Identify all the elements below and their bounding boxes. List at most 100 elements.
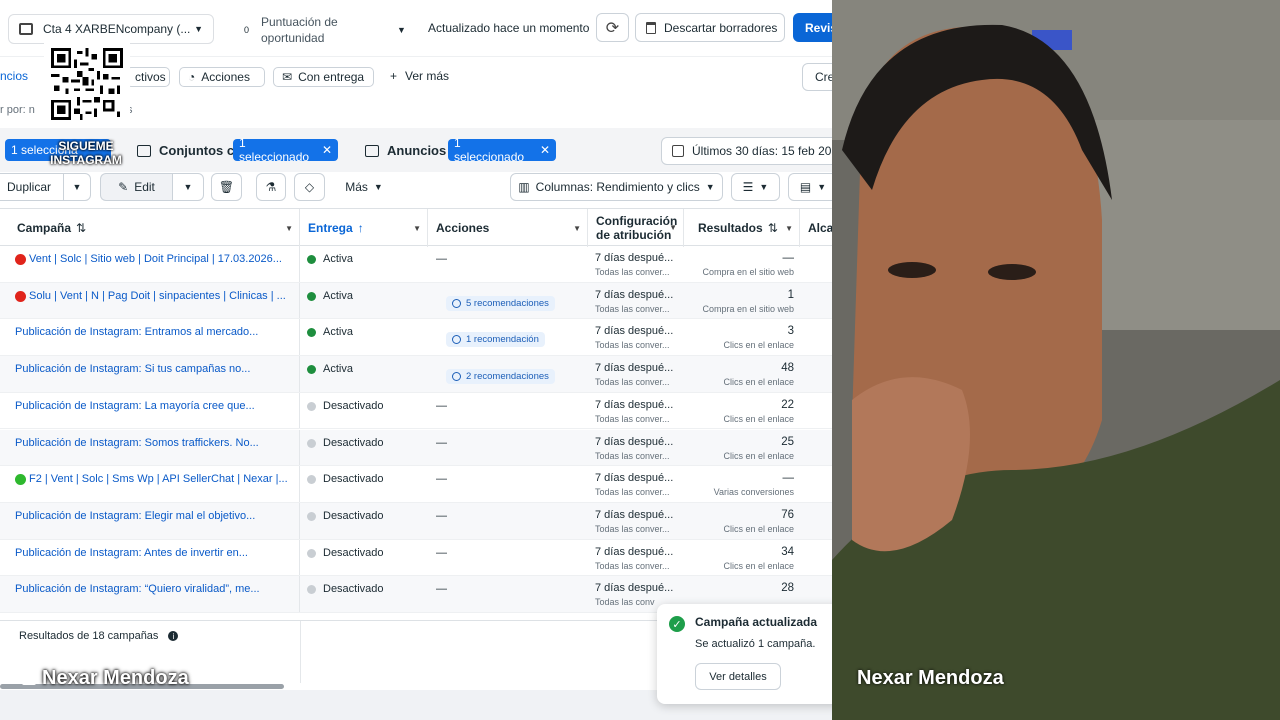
attribution-sub: Todas las conver... [595,487,670,498]
results-value: — [782,472,795,485]
campaign-name-cell[interactable]: Publicación de Instagram: “Quiero virali… [0,576,300,612]
view-details-button[interactable]: Ver detalles [695,663,781,690]
campaign-status-dot [15,254,26,265]
delivery-status-dot [307,365,316,375]
tab-ads[interactable]: Anuncios [365,143,446,158]
presenter-name-left: Nexar Mendoza [22,667,189,690]
ads-selected-chip[interactable]: 1 seleccionado ✕ [448,136,556,164]
list-icon: ☰ [742,180,754,194]
campaign-name-cell[interactable]: Vent | Solc | Sitio web | Doit Principal… [0,246,300,282]
see-more-filters[interactable]: + Ver más [390,69,449,83]
table-row[interactable]: Publicación de Instagram: Antes de inver… [0,539,832,577]
campaign-name[interactable]: Publicación de Instagram: “Quiero virali… [15,583,260,612]
edit-dropdown[interactable]: ▼ [172,173,204,201]
delete-button[interactable]: 🗑 [211,173,242,201]
campaign-name[interactable]: Solu | Vent | N | Pag Doit | sinpaciente… [29,290,286,319]
campaign-name[interactable]: Publicación de Instagram: Entramos al me… [15,326,258,355]
table-row[interactable]: Publicación de Instagram: Somos traffick… [0,429,832,467]
adsets-selected-chip[interactable]: 1 seleccionado ✕ [233,136,338,164]
campaign-name-cell[interactable]: F2 | Vent | Solc | Sms Wp | API SellerCh… [0,466,300,502]
delivery-status: Desactivado [323,509,384,522]
attribution-sub: Todas las conver... [595,523,670,534]
info-icon[interactable]: i [168,631,179,641]
reports-button[interactable]: ▤ ▼ [788,173,832,201]
create-button[interactable]: Cre [802,63,832,91]
edit-button[interactable]: ✎ Edit [100,173,172,201]
results-sub: Clics en el enlace [723,560,794,571]
filter-by-prefix: r por: n [0,104,35,116]
tab-adsets[interactable]: Conjuntos c [137,143,234,158]
campaign-name[interactable]: Vent | Solc | Sitio web | Doit Principal… [29,253,282,282]
score-label: Puntuación de oportunidad [261,15,338,45]
attribution-value: 7 días despué... [595,508,674,521]
campaign-name-cell[interactable]: Publicación de Instagram: Antes de inver… [0,539,300,576]
filter-active[interactable]: ctivos [126,67,170,87]
date-range-picker[interactable]: Últimos 30 días: 15 feb 2026 [661,137,832,165]
table-row[interactable]: Publicación de Instagram: La mayoría cre… [0,392,832,430]
attribution-sub: Todas las conver... [595,340,670,351]
more-button[interactable]: Más ▼ [338,173,390,201]
duplicate-button[interactable]: Duplicar [0,173,63,201]
envelope-icon: ✉ [282,70,293,84]
campaign-name[interactable]: Publicación de Instagram: Si tus campaña… [15,363,250,392]
recommendations-badge[interactable]: 5 recomendaciones [446,295,555,311]
table-row[interactable]: Publicación de Instagram: Elegir mal el … [0,502,832,540]
actions-cell: — [428,466,588,502]
columns-button[interactable]: ▥ Columnas: Rendimiento y clics ▼ [510,173,723,201]
campaign-name-cell[interactable]: Publicación de Instagram: Si tus campaña… [0,356,300,392]
campaign-name[interactable]: Publicación de Instagram: Antes de inver… [15,547,248,576]
attribution-sub: Todas las conver... [595,450,670,461]
campaign-name-cell[interactable]: Solu | Vent | N | Pag Doit | sinpaciente… [0,282,300,319]
delivery-status: Activa [323,363,353,376]
account-selector[interactable]: Cta 4 XARBENcompany (... ▼ [8,14,214,44]
discard-drafts-button[interactable]: Descartar borradores [635,13,785,42]
test-button[interactable]: ⚗ [256,173,286,201]
campaign-name-cell[interactable]: Publicación de Instagram: La mayoría cre… [0,392,300,429]
column-attribution-line1: Configuración [596,214,678,228]
close-icon[interactable]: ✕ [322,143,332,157]
tab-ads-filter[interactable]: ncios [0,69,28,83]
column-reach[interactable]: Alca [800,209,832,247]
recommendations-badge[interactable]: 1 recomendación [446,332,545,348]
close-icon[interactable]: ✕ [540,143,550,157]
campaign-name-cell[interactable]: Publicación de Instagram: Elegir mal el … [0,502,300,539]
refresh-button[interactable]: ⟳ [596,13,629,42]
campaign-name[interactable]: Publicación de Instagram: La mayoría cre… [15,400,255,429]
delivery-status: Desactivado [323,583,384,596]
attribution-cell: 7 días despué... Todas las conver... [588,246,684,282]
campaign-name[interactable]: F2 | Vent | Solc | Sms Wp | API SellerCh… [29,473,288,502]
table-row[interactable]: F2 | Vent | Solc | Sms Wp | API SellerCh… [0,466,832,503]
duplicate-dropdown[interactable]: ▼ [63,173,91,201]
attribution-value: 7 días despué... [595,398,674,411]
filter-delivery[interactable]: ✉ Con entrega [273,67,374,87]
column-results[interactable]: Resultados ⇅ ▼ [684,209,800,247]
campaign-name-cell[interactable]: Publicación de Instagram: Entramos al me… [0,319,300,356]
column-delivery[interactable]: Entrega ↑ ▼ [300,209,428,247]
adsets-selected-label: 1 seleccionado [239,136,310,164]
table-row[interactable]: Solu | Vent | N | Pag Doit | sinpaciente… [0,282,832,320]
attribution-sub: Todas las conver... [595,303,670,314]
column-campaign[interactable]: Campaña ⇅ ▼ [0,209,300,247]
recommendations-badge[interactable]: 2 recomendaciones [446,369,555,385]
score-value: 0 [243,25,249,35]
table-row[interactable]: Publicación de Instagram: Entramos al me… [0,319,832,357]
breakdown-button[interactable]: ☰ ▼ [731,173,780,201]
table-row[interactable]: Publicación de Instagram: Si tus campaña… [0,356,832,393]
campaign-name[interactable]: Publicación de Instagram: Elegir mal el … [15,510,255,539]
review-publish-button[interactable]: Revis [793,13,832,42]
opportunity-score[interactable]: 0 Puntuación de oportunidad ▼ [232,12,408,48]
campaign-name[interactable]: Publicación de Instagram: Somos traffick… [15,437,259,466]
attribution-cell: 7 días despué... Todas las conver... [588,503,684,539]
attribution-sub: Todas las conver... [595,377,670,388]
table-row[interactable]: Vent | Solc | Sitio web | Doit Principal… [0,246,832,283]
attribution-value: 7 días despué... [595,362,674,375]
delivery-status: Desactivado [323,546,384,559]
delivery-status-dot [307,401,316,411]
column-attribution[interactable]: Configuración de atribución ▼ [588,209,684,247]
tag-button[interactable]: ◇ [294,173,325,201]
column-actions[interactable]: Acciones ▼ [428,209,588,247]
campaign-name-cell[interactable]: Publicación de Instagram: Somos traffick… [0,429,300,466]
updated-status: Actualizado hace un momento [428,21,590,35]
campaign-status-dot [15,474,26,486]
filter-actions[interactable]: ◔ Acciones [179,67,265,87]
